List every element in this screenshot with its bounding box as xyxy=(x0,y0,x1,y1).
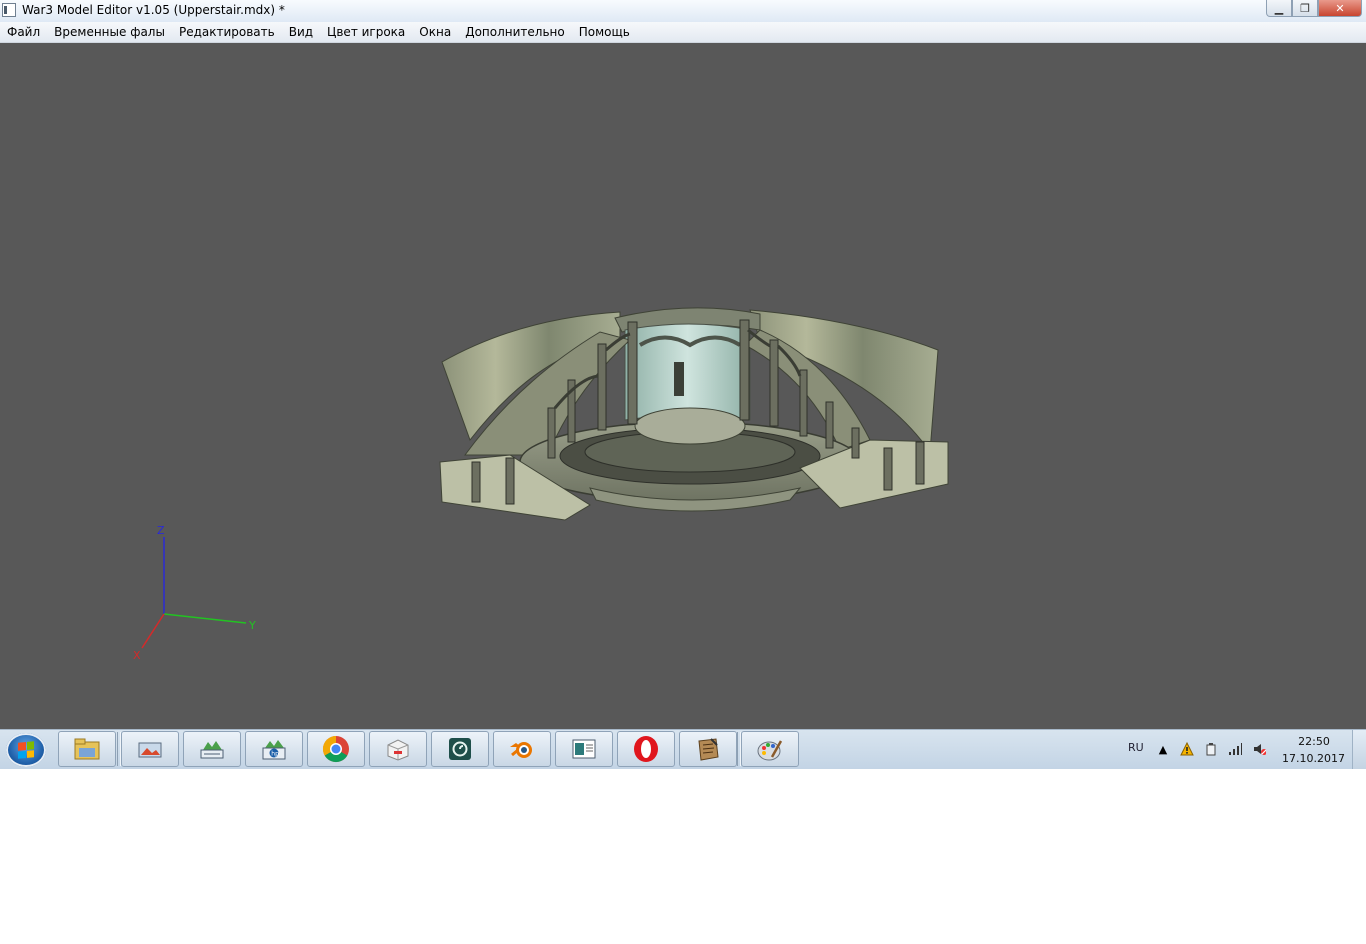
start-button[interactable] xyxy=(6,733,46,767)
taskbar-swirl-app[interactable] xyxy=(431,731,489,767)
taskbar-scroll-app[interactable] xyxy=(679,731,737,767)
scanner-icon xyxy=(200,741,224,759)
windows-logo-icon xyxy=(18,741,34,759)
close-button[interactable]: ✕ xyxy=(1318,0,1362,17)
clock-time[interactable]: 22:50 xyxy=(1292,735,1336,748)
swirl-app-icon xyxy=(449,738,471,760)
menu-file[interactable]: Файл xyxy=(0,25,47,39)
app-icon[interactable] xyxy=(2,3,16,17)
x-axis-line xyxy=(141,613,165,649)
menu-extra[interactable]: Дополнительно xyxy=(458,25,572,39)
scroll-app-icon xyxy=(698,738,719,761)
taskbar-chrome[interactable] xyxy=(307,731,365,767)
menu-help[interactable]: Помощь xyxy=(572,25,637,39)
menu-windows[interactable]: Окна xyxy=(412,25,458,39)
taskbar-explorer[interactable] xyxy=(58,731,116,767)
menu-bar: Файл Временные фалы Редактировать Вид Цв… xyxy=(0,22,1366,43)
menu-player-color[interactable]: Цвет игрока xyxy=(320,25,412,39)
tray-overflow-icon[interactable]: ▲ xyxy=(1156,742,1170,756)
menu-view[interactable]: Вид xyxy=(282,25,320,39)
x-axis-label: X xyxy=(133,649,141,662)
power-icon[interactable] xyxy=(1204,742,1218,756)
photo-viewer-icon xyxy=(138,742,162,758)
slide-viewer-icon xyxy=(572,739,596,759)
clock-date[interactable]: 17.10.2017 xyxy=(1282,752,1345,765)
warning-icon[interactable] xyxy=(1180,742,1194,756)
minimize-button[interactable]: ▁ xyxy=(1266,0,1292,17)
window-title: War3 Model Editor v1.05 (Upperstair.mdx)… xyxy=(22,3,285,17)
show-desktop-button[interactable] xyxy=(1352,730,1366,769)
windows-explorer-icon xyxy=(74,738,100,760)
window-controls: ▁ ❐ ✕ xyxy=(1266,0,1362,18)
title-bar: War3 Model Editor v1.05 (Upperstair.mdx)… xyxy=(0,0,1366,23)
z-axis-label: Z xyxy=(157,524,165,537)
language-indicator[interactable]: RU xyxy=(1128,741,1144,754)
opera-icon xyxy=(634,736,658,762)
menu-edit[interactable]: Редактировать xyxy=(172,25,282,39)
taskbar-paint[interactable] xyxy=(741,731,799,767)
y-axis-label: Y xyxy=(248,619,256,632)
taskbar-box-app[interactable] xyxy=(369,731,427,767)
blender-icon xyxy=(510,742,532,758)
box-app-icon xyxy=(387,739,409,761)
taskbar-slide-viewer[interactable] xyxy=(555,731,613,767)
taskbar-scanner[interactable] xyxy=(183,731,241,767)
svg-text:hp: hp xyxy=(271,751,279,758)
taskbar-blender[interactable] xyxy=(493,731,551,767)
paint-icon xyxy=(757,740,783,761)
taskbar: hp RU ▲ 22:50 17.10.2017 xyxy=(0,729,1366,769)
menu-temp-files[interactable]: Временные фалы xyxy=(47,25,172,39)
hp-icon: hp xyxy=(262,740,286,760)
y-axis-line xyxy=(163,613,247,624)
maximize-button[interactable]: ❐ xyxy=(1292,0,1318,17)
network-signal-icon[interactable] xyxy=(1228,742,1242,756)
volume-muted-icon[interactable] xyxy=(1252,742,1266,756)
taskbar-hp[interactable]: hp xyxy=(245,731,303,767)
model-viewport[interactable]: Z Y X xyxy=(0,43,1366,729)
taskbar-photo-viewer[interactable] xyxy=(121,731,179,767)
axis-gizmo: Z Y X xyxy=(133,524,256,662)
taskbar-opera[interactable] xyxy=(617,731,675,767)
chrome-icon xyxy=(322,735,349,763)
